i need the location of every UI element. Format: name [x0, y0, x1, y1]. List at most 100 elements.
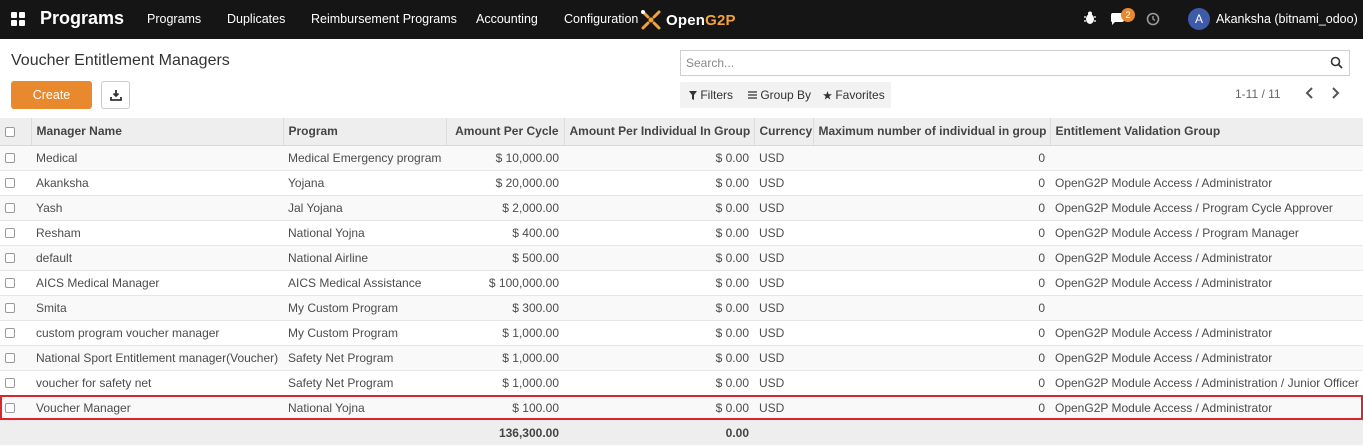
row-select-cell[interactable] [0, 170, 31, 196]
select-all-header[interactable] [0, 118, 31, 146]
amount-per-cycle-cell: $ 1,000.00 [446, 370, 564, 396]
menu-programs[interactable]: Programs [147, 12, 201, 26]
menu-reimbursement-programs[interactable]: Reimbursement Programs [311, 12, 457, 26]
search-input[interactable] [681, 51, 1321, 75]
menu-accounting[interactable]: Accounting [476, 12, 538, 26]
debug-bug-icon[interactable] [1083, 10, 1097, 26]
table-row[interactable]: voucher for safety net Safety Net Program… [0, 370, 1363, 396]
table-row[interactable]: National Sport Entitlement manager(Vouch… [0, 345, 1363, 371]
download-icon [109, 90, 122, 101]
row-select-cell[interactable] [0, 295, 31, 321]
row-select-cell[interactable] [0, 270, 31, 296]
row-select-cell[interactable] [0, 370, 31, 396]
apps-menu-icon[interactable] [11, 12, 25, 26]
row-checkbox[interactable] [5, 203, 15, 214]
program-cell: My Custom Program [283, 320, 446, 346]
amount-per-cycle-cell: $ 100.00 [446, 395, 564, 421]
page-title: Voucher Entitlement Managers [11, 52, 230, 69]
row-checkbox[interactable] [5, 403, 15, 414]
user-avatar[interactable]: A [1188, 8, 1210, 30]
row-checkbox[interactable] [5, 328, 15, 339]
validation-group-cell: OpenG2P Module Access / Program Manager [1050, 220, 1363, 246]
manager-name-cell: Resham [31, 220, 283, 246]
amount-per-individual-cell: $ 0.00 [564, 345, 754, 371]
export-button[interactable] [101, 81, 130, 109]
column-manager-name[interactable]: Manager Name [30, 118, 283, 146]
total-amount-per-cycle: 136,300.00 [446, 420, 564, 445]
table-row[interactable]: default National Airline $ 500.00 $ 0.00 USD… [0, 245, 1363, 271]
top-navbar: Programs Programs Duplicates Reimburseme… [0, 0, 1363, 39]
amount-per-individual-cell: $ 0.00 [564, 295, 754, 321]
manager-name-cell: Medical [31, 145, 283, 171]
table-row[interactable]: custom program voucher manager My Custom … [0, 320, 1363, 346]
currency-cell: USD [754, 170, 813, 196]
table-row[interactable]: Yash Jal Yojana $ 2,000.00 $ 0.00 USD 0 OpenG2… [0, 195, 1363, 221]
validation-group-cell [1050, 145, 1363, 171]
program-cell: Jal Yojana [283, 195, 446, 221]
table-row[interactable]: Resham National Yojna $ 400.00 $ 0.00 USD 0 Op… [0, 220, 1363, 246]
amount-per-cycle-cell: $ 1,000.00 [446, 345, 564, 371]
amount-per-cycle-cell: $ 500.00 [446, 245, 564, 271]
amount-per-individual-cell: $ 0.00 [564, 145, 754, 171]
amount-per-individual-cell: $ 0.00 [564, 395, 754, 421]
row-checkbox[interactable] [5, 178, 15, 189]
column-max-individuals[interactable]: Maximum number of individual in group [812, 118, 1050, 146]
manager-name-cell: custom program voucher manager [31, 320, 283, 346]
pager-value[interactable]: 1-11 / 11 [1235, 87, 1281, 101]
pager-next-icon[interactable] [1327, 85, 1343, 101]
table-row[interactable]: AICS Medical Manager AICS Medical Assista… [0, 270, 1363, 296]
table-row[interactable]: Medical Medical Emergency program $ 10,000… [0, 145, 1363, 171]
program-cell: National Yojna [283, 395, 446, 421]
row-checkbox[interactable] [5, 153, 15, 164]
row-checkbox[interactable] [5, 253, 15, 264]
column-amount-per-individual[interactable]: Amount Per Individual In Group [563, 118, 754, 146]
user-menu[interactable]: Akanksha (bitnami_odoo) [1216, 12, 1358, 26]
row-checkbox[interactable] [5, 353, 15, 364]
row-checkbox[interactable] [5, 378, 15, 389]
group-by-toggle[interactable]: Group By [748, 88, 811, 102]
column-currency[interactable]: Currency [753, 118, 813, 146]
row-select-cell[interactable] [0, 195, 31, 221]
favorites-toggle[interactable]: Favorites [823, 88, 885, 102]
row-checkbox[interactable] [5, 278, 15, 289]
select-all-checkbox[interactable] [5, 127, 15, 138]
column-program[interactable]: Program [282, 118, 446, 146]
search-options-bar: Filters Group By Favorites [680, 82, 891, 108]
activity-clock-icon[interactable] [1146, 12, 1160, 26]
pager-previous-icon[interactable] [1302, 85, 1318, 101]
manager-name-cell: Smita [31, 295, 283, 321]
table-row[interactable]: Voucher Manager National Yojna $ 100.00 $ 0… [0, 395, 1363, 421]
row-select-cell[interactable] [0, 220, 31, 246]
row-select-cell[interactable] [0, 345, 31, 371]
menu-duplicates[interactable]: Duplicates [227, 12, 285, 26]
validation-group-cell: OpenG2P Module Access / Administrator [1050, 345, 1363, 371]
row-select-cell[interactable] [0, 320, 31, 346]
validation-group-cell: OpenG2P Module Access / Program Cycle Ap… [1050, 195, 1363, 221]
max-individuals-cell: 0 [813, 370, 1050, 396]
row-checkbox[interactable] [5, 303, 15, 314]
validation-group-cell: OpenG2P Module Access / Administrator [1050, 320, 1363, 346]
menu-configuration[interactable]: Configuration [564, 12, 638, 26]
column-validation-group[interactable]: Entitlement Validation Group [1049, 118, 1363, 146]
amount-per-individual-cell: $ 0.00 [564, 195, 754, 221]
search-icon[interactable] [1330, 56, 1343, 69]
max-individuals-cell: 0 [813, 270, 1050, 296]
row-checkbox[interactable] [5, 228, 15, 239]
table-row[interactable]: Smita My Custom Program $ 300.00 $ 0.00 USD 0 [0, 295, 1363, 321]
create-button[interactable]: Create [11, 81, 92, 109]
currency-cell: USD [754, 395, 813, 421]
table-row[interactable]: Akanksha Yojana $ 20,000.00 $ 0.00 USD 0 OpenG… [0, 170, 1363, 196]
currency-cell: USD [754, 220, 813, 246]
filters-toggle[interactable]: Filters [689, 88, 733, 102]
column-amount-per-cycle[interactable]: Amount Per Cycle [445, 118, 564, 146]
app-brand[interactable]: Programs [40, 8, 124, 29]
row-select-cell[interactable] [0, 395, 31, 421]
max-individuals-cell: 0 [813, 345, 1050, 371]
message-count-badge: 2 [1121, 8, 1135, 22]
max-individuals-cell: 0 [813, 170, 1050, 196]
amount-per-cycle-cell: $ 2,000.00 [446, 195, 564, 221]
row-select-cell[interactable] [0, 245, 31, 271]
openg2p-logo-icon [641, 10, 661, 30]
currency-cell: USD [754, 370, 813, 396]
row-select-cell[interactable] [0, 145, 31, 171]
